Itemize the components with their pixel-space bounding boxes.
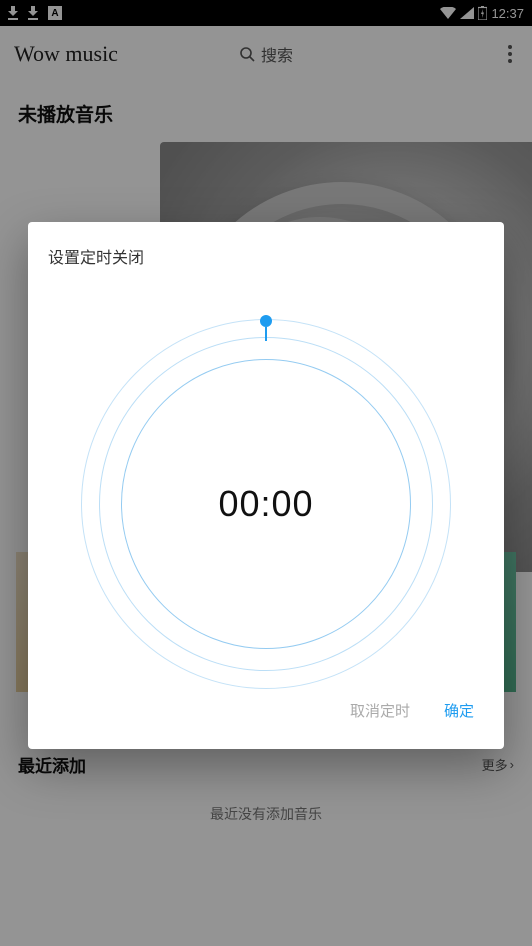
dialog-title: 设置定时关闭 bbox=[48, 244, 484, 268]
dial-handle[interactable] bbox=[260, 315, 272, 327]
confirm-button[interactable]: 确定 bbox=[440, 694, 478, 727]
timer-dial[interactable]: 00:00 bbox=[81, 319, 451, 689]
cancel-timer-button[interactable]: 取消定时 bbox=[346, 694, 414, 727]
sleep-timer-dialog: 设置定时关闭 00:00 取消定时 确定 bbox=[28, 222, 504, 749]
timer-dial-container: 00:00 bbox=[48, 280, 484, 680]
timer-value: 00:00 bbox=[218, 483, 313, 525]
